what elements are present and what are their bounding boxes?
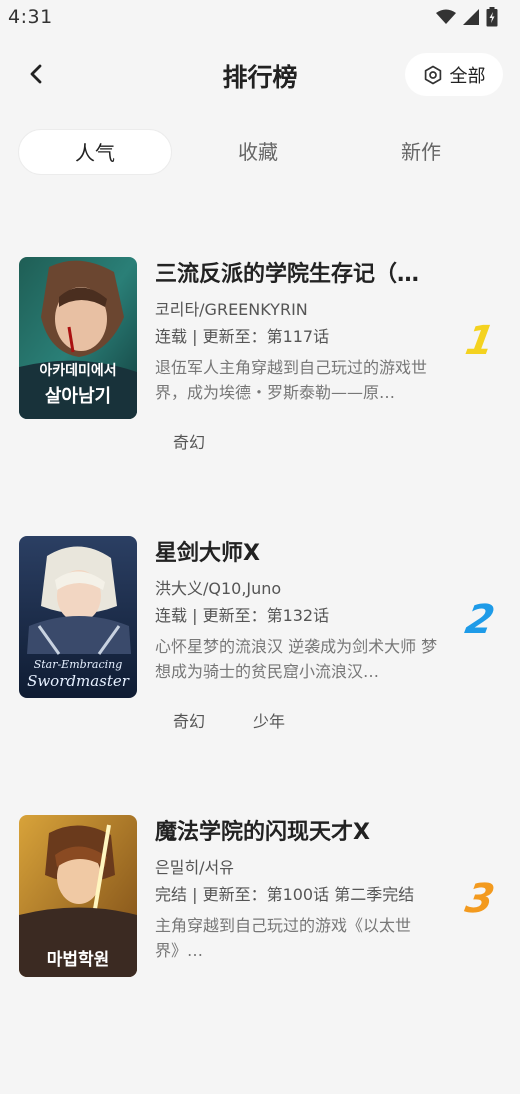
- rank-number: 1: [462, 318, 498, 364]
- item-description: 主角穿越到自己玩过的游戏《以太世界》…: [155, 916, 412, 960]
- cover-title-art: 아카데미에서: [39, 362, 116, 379]
- item-tags: 奇幻 少年: [173, 708, 285, 732]
- list-item[interactable]: Star-Embracing Swordmaster 星剑大师X 洪大义/Q10…: [0, 536, 520, 815]
- item-author: 코리타/GREENKYRIN: [155, 300, 308, 319]
- battery-icon: [486, 7, 498, 27]
- item-title: 星剑大师X: [155, 541, 260, 566]
- item-tags: 奇幻: [173, 429, 205, 453]
- tag: 奇幻: [173, 433, 206, 452]
- item-info: 三流反派的学院生存记（… 코리타/GREENKYRIN 连载 | 更新至：第11…: [155, 259, 440, 405]
- ranking-tabs: 人气 收藏 新作: [18, 128, 502, 176]
- cover-image: Star-Embracing Swordmaster: [19, 536, 137, 698]
- rank-number: 2: [462, 597, 498, 643]
- list-item[interactable]: 아카데미에서 살아남기 三流反派的学院生存记（… 코리타/GREENKYRIN …: [0, 257, 520, 536]
- item-author: 은밀히/서유: [155, 858, 234, 877]
- item-title: 魔法学院的闪现天才X: [155, 820, 370, 845]
- filter-label: 全部: [449, 65, 486, 87]
- item-description: 退伍军人主角穿越到自己玩过的游戏世界，成为埃德・罗斯泰勒——原…: [155, 358, 428, 402]
- ranking-list: 아카데미에서 살아남기 三流反派的学院生存记（… 코리타/GREENKYRIN …: [0, 257, 520, 1094]
- list-item[interactable]: 마법학원 魔法学院的闪现天才X 은밀히/서유 完结 | 更新至：第100话 第二…: [0, 815, 520, 1094]
- tab-popular[interactable]: 人气: [18, 129, 172, 175]
- item-author: 洪大义/Q10,Juno: [155, 579, 282, 598]
- cover-image: 마법학원: [19, 815, 137, 977]
- item-info: 魔法学院的闪现天才X 은밀히/서유 完结 | 更新至：第100话 第二季完结 主…: [155, 817, 440, 963]
- svg-text:Swordmaster: Swordmaster: [27, 672, 130, 690]
- item-update: 完结 | 更新至：第100话 第二季完结: [155, 885, 415, 904]
- item-update: 连载 | 更新至：第132话: [155, 606, 330, 625]
- tab-new[interactable]: 新作: [344, 129, 498, 175]
- status-time: 4:31: [8, 6, 53, 28]
- rank-number: 3: [462, 876, 498, 922]
- filter-button[interactable]: 全部: [405, 53, 503, 96]
- wifi-icon: [436, 9, 456, 24]
- tag: 少年: [253, 712, 286, 731]
- item-update: 连载 | 更新至：第117话: [155, 327, 330, 346]
- status-icons: [436, 7, 498, 27]
- item-title: 三流反派的学院生存记（…: [155, 262, 420, 287]
- cover-title-art: 마법학원: [47, 950, 110, 970]
- tab-favorites[interactable]: 收藏: [181, 129, 335, 175]
- item-info: 星剑大师X 洪大义/Q10,Juno 连载 | 更新至：第132话 心怀星梦的流…: [155, 538, 440, 684]
- tag: 奇幻: [173, 712, 206, 731]
- status-bar: 4:31: [0, 0, 520, 34]
- cover-image: 아카데미에서 살아남기: [19, 257, 137, 419]
- header: 排行榜 全部: [0, 46, 520, 106]
- settings-hexagon-icon: [424, 65, 441, 84]
- cover-title-art: Star-Embracing: [34, 658, 123, 671]
- svg-text:살아남기: 살아남기: [45, 386, 111, 407]
- item-description: 心怀星梦的流浪汉 逆袭成为剑术大师 梦想成为骑士的贫民窟小流浪汉…: [155, 637, 438, 681]
- signal-icon: [463, 9, 479, 25]
